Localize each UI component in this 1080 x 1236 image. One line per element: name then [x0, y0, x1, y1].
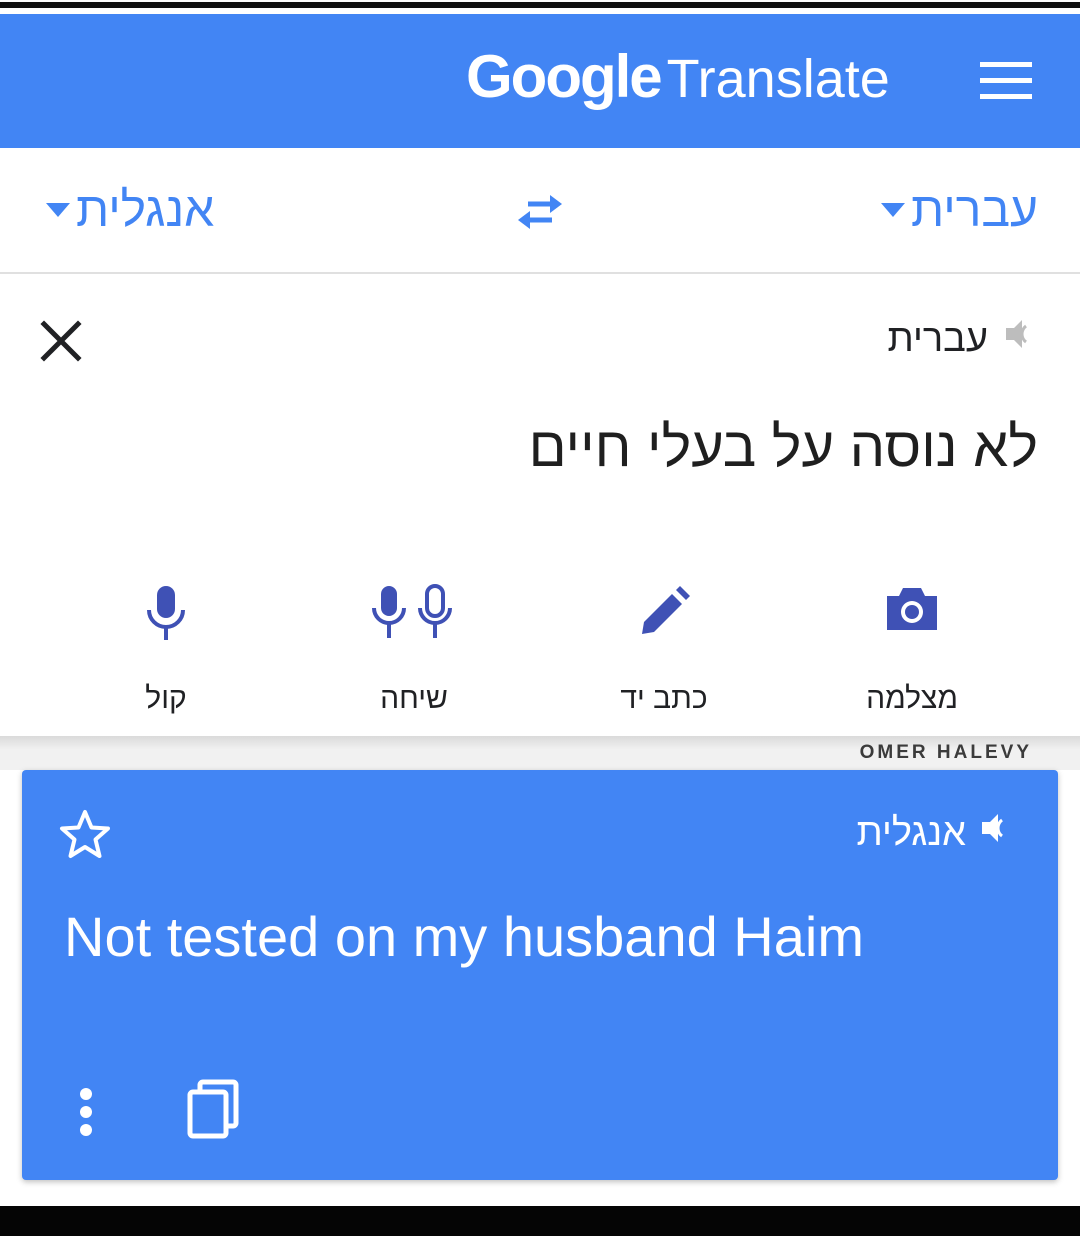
source-language-selector[interactable]: עברית: [881, 182, 1038, 238]
dropdown-caret-icon: [46, 203, 70, 217]
target-language-speaker[interactable]: אנגלית: [857, 808, 1016, 858]
translation-card: אנגלית Not tested on my husband Haim: [22, 770, 1058, 1180]
source-language-speaker[interactable]: עברית: [887, 314, 1040, 364]
handwriting-button[interactable]: כתב יד: [584, 574, 744, 724]
bottom-border: [0, 1206, 1080, 1236]
watermark: OMER HALEVY: [859, 742, 1032, 763]
source-language-label: עברית: [911, 183, 1038, 237]
tool-label-camera: מצלמה: [866, 682, 958, 715]
camera-icon: [883, 584, 941, 639]
source-text[interactable]: לא נוסה על בעלי חיים: [529, 414, 1038, 479]
pen-icon: [636, 584, 692, 645]
camera-button[interactable]: מצלמה: [832, 574, 992, 724]
brand-google: Google: [466, 43, 663, 110]
dropdown-caret-icon: [881, 203, 906, 217]
menu-icon[interactable]: [978, 58, 1034, 104]
speaker-icon: [976, 808, 1016, 858]
top-border: [0, 0, 1080, 14]
close-icon[interactable]: [38, 318, 84, 364]
copy-icon[interactable]: [184, 1078, 244, 1140]
tool-label-voice: קול: [145, 682, 187, 715]
source-language-name: עברית: [887, 317, 988, 360]
app-title: Google Translate: [466, 42, 890, 112]
target-language-name: אנגלית: [856, 811, 966, 854]
tool-label-conversation: שיחה: [380, 682, 448, 715]
swap-languages-icon[interactable]: [512, 190, 568, 234]
conversation-button[interactable]: שיחה: [334, 574, 494, 724]
tool-label-handwriting: כתב יד: [620, 682, 708, 715]
star-icon[interactable]: [58, 808, 112, 862]
voice-button[interactable]: קול: [86, 574, 246, 724]
more-options-icon[interactable]: [72, 1082, 100, 1142]
speaker-icon: [1000, 314, 1040, 364]
conversation-icon: [372, 584, 456, 649]
target-language-selector[interactable]: אנגלית: [46, 182, 214, 238]
input-tools: קול שיחה כתב יד מצלמה: [0, 574, 1080, 724]
mic-icon: [144, 584, 188, 649]
target-language-label: אנגלית: [76, 183, 215, 237]
input-card: עברית לא נוסה על בעלי חיים קול שיחה כתב …: [0, 274, 1080, 736]
brand-translate: Translate: [666, 49, 890, 109]
translated-text[interactable]: Not tested on my husband Haim: [64, 904, 864, 969]
app-bar: Google Translate: [0, 14, 1080, 148]
language-bar: אנגלית עברית: [0, 148, 1080, 274]
